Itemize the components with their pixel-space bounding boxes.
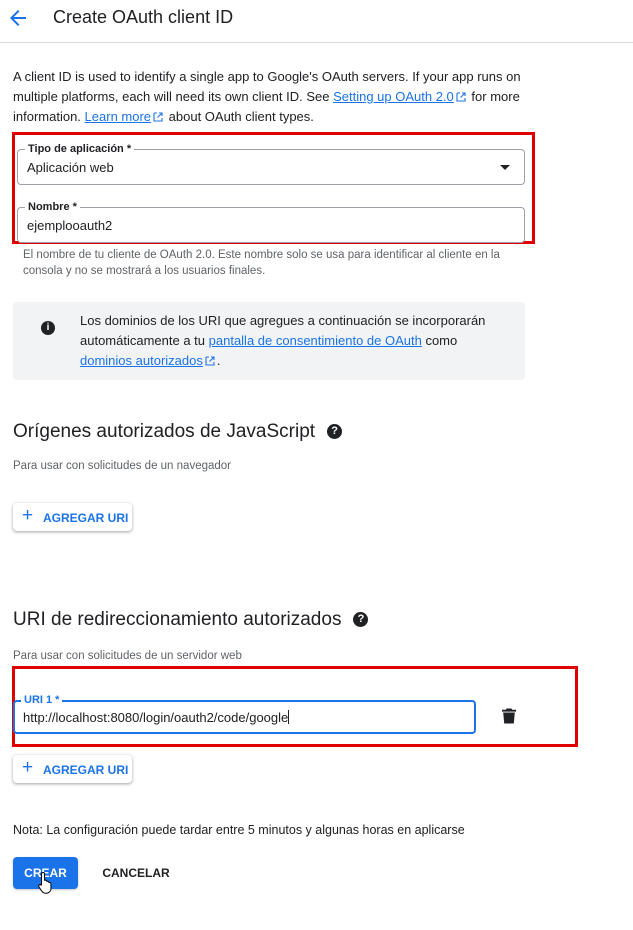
intro-text: A client ID is used to identify a single… xyxy=(13,69,521,124)
info-text: Los dominios de los URI que agregues a c… xyxy=(80,313,486,368)
dropdown-arrow-icon xyxy=(500,165,510,170)
text-caret xyxy=(288,710,290,724)
uri-value: http://localhost:8080/login/oauth2/code/… xyxy=(23,710,289,725)
back-button[interactable] xyxy=(6,6,30,30)
app-type-value: Aplicación web xyxy=(27,160,114,175)
arrow-back-icon xyxy=(10,10,26,26)
add-redirect-uri-button[interactable]: + AGREGAR URI xyxy=(13,755,132,783)
name-hint: El nombre de tu cliente de OAuth 2.0. Es… xyxy=(23,249,500,277)
name-value: ejemplooauth2 xyxy=(27,218,113,233)
redirect-uri-input[interactable]: URI 1 * http://localhost:8080/login/oaut… xyxy=(13,693,476,734)
hand-cursor-icon xyxy=(38,871,52,894)
info-box: i Los dominios de los URI que agregues a… xyxy=(13,302,525,380)
js-origins-title: Orígenes autorizados de JavaScript? xyxy=(13,421,343,443)
redirect-uris-subtitle: Para usar con solicitudes de un servidor… xyxy=(13,650,242,662)
name-input[interactable]: Nombre * ejemplooauth2 xyxy=(17,200,525,243)
cancel-button[interactable]: CANCELAR xyxy=(96,857,176,889)
page-header: Create OAuth client ID xyxy=(0,0,633,43)
external-link-icon xyxy=(456,92,466,102)
external-link-icon xyxy=(153,112,163,122)
page-title: Create OAuth client ID xyxy=(53,7,234,27)
app-type-label: Tipo de aplicación * xyxy=(25,142,135,156)
app-type-select[interactable]: Tipo de aplicación * Aplicación web xyxy=(17,142,525,185)
help-icon[interactable]: ? xyxy=(327,424,343,439)
js-origins-subtitle: Para usar con solicitudes de un navegado… xyxy=(13,460,232,472)
delete-icon[interactable] xyxy=(502,708,516,724)
add-js-origin-button[interactable]: + AGREGAR URI xyxy=(13,503,132,531)
plus-icon: + xyxy=(22,757,34,778)
plus-icon: + xyxy=(22,505,34,526)
uri-label: URI 1 * xyxy=(21,693,63,707)
consent-screen-link[interactable]: pantalla de consentimiento de OAuth xyxy=(209,333,422,348)
redirect-uris-title: URI de redireccionamiento autorizados? xyxy=(13,609,369,631)
authorized-domains-link[interactable]: dominios autorizados xyxy=(80,353,203,368)
help-icon[interactable]: ? xyxy=(353,612,369,627)
config-note: Nota: La configuración puede tardar entr… xyxy=(13,823,465,837)
external-link-icon xyxy=(205,356,215,366)
setup-oauth-link[interactable]: Setting up OAuth 2.0 xyxy=(333,89,454,104)
info-icon: i xyxy=(41,321,55,335)
name-label: Nombre * xyxy=(25,200,80,214)
learn-more-link[interactable]: Learn more xyxy=(85,109,151,124)
